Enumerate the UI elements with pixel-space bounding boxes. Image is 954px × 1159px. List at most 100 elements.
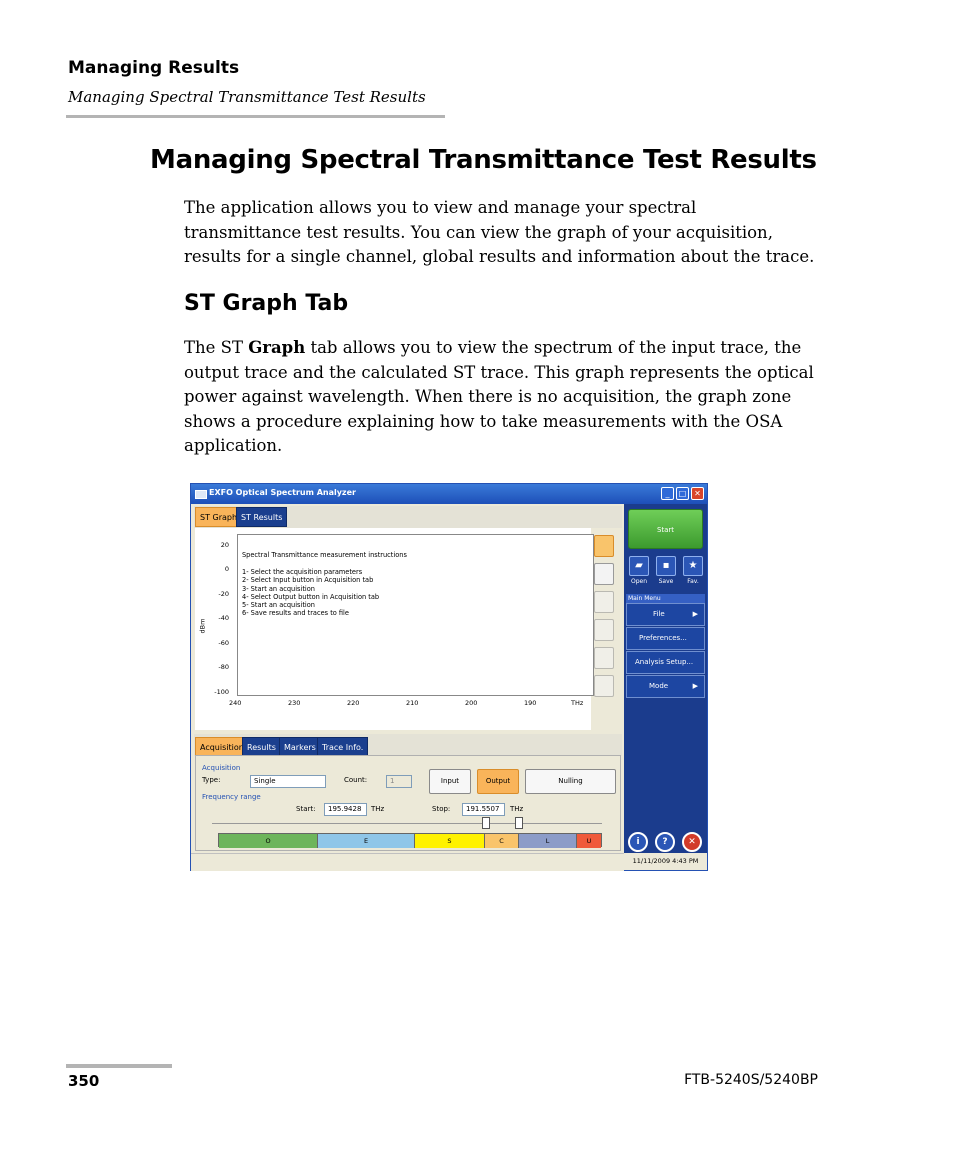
about-info-icon[interactable]: i [628,832,648,852]
body-line: output trace and the calculated ST trace… [184,362,814,382]
band-bar: O E S C L U [218,833,602,848]
window-title: EXFO Optical Spectrum Analyzer [209,488,356,497]
start-button[interactable]: Start [628,509,703,549]
zoom-out-icon[interactable] [594,675,614,697]
menu-mode[interactable]: Mode ▶ [626,675,705,698]
y-axis-unit: dBm [198,618,207,634]
footer-rule [66,1064,172,1068]
save-label: Save [658,578,674,585]
section-heading: ST Graph Tab [184,291,349,316]
menu-file[interactable]: File ▶ [626,603,705,626]
x-axis-unit: THz [571,699,584,707]
tab-results[interactable]: Results [242,737,281,757]
zoom-fit-icon[interactable] [594,619,614,641]
minimize-icon[interactable]: _ [661,487,674,500]
zoom-in-icon[interactable] [594,647,614,669]
help-icon[interactable]: ? [655,832,675,852]
intro-line: results for a single channel, global res… [184,247,815,266]
count-label: Count: [344,776,368,784]
intro-paragraph: The application allows you to view and m… [184,196,834,270]
menu-preferences[interactable]: Preferences... [626,627,705,650]
tab-markers[interactable]: Markers [279,737,321,757]
nulling-button[interactable]: Nulling [525,769,616,794]
tab-st-results[interactable]: ST Results [236,507,288,527]
maximize-icon[interactable]: □ [676,487,689,500]
type-label: Type: [202,776,221,784]
start-freq-label: Start: [296,805,316,813]
instruction-item: 1- Select the acquisition parameters [242,568,363,576]
open-folder-icon[interactable]: ▰ [629,556,649,576]
zoom-area-icon[interactable] [594,591,614,613]
band-u: U [577,834,601,848]
count-field[interactable]: 1 [386,775,412,788]
band-c: C [485,834,519,848]
output-button[interactable]: Output [477,769,519,794]
instructions-title: Spectral Transmittance measurement instr… [242,551,407,559]
page-title: Managing Spectral Transmittance Test Res… [150,145,817,175]
body-text: tab allows you to view the spectrum of t… [305,338,802,357]
pointer-tool-icon[interactable] [594,535,614,557]
y-tick-label: -60 [218,639,229,647]
y-tick-label: -100 [214,688,229,696]
graph-panel: 20 0 -20 -40 -60 -80 -100 dBm Spectral T… [195,528,594,730]
open-label: Open [630,578,648,585]
intro-line: transmittance test results. You can view… [184,222,773,242]
x-tick-label: 240 [229,699,242,707]
y-tick-label: -40 [218,614,229,622]
stop-freq-label: Stop: [432,805,451,813]
body-line: power against wavelength. When there is … [184,387,792,406]
instructions-list: 1- Select the acquisition parameters 2- … [242,568,379,618]
tab-st-graph[interactable]: ST Graph [195,507,243,527]
tab-trace-info[interactable]: Trace Info. [317,737,369,757]
start-freq-value: 195.9428 [328,805,362,813]
start-freq-field[interactable]: 195.9428 [324,803,367,816]
status-bar [191,853,624,871]
range-start-handle[interactable] [482,817,490,829]
title-bar: EXFO Optical Spectrum Analyzer _ □ ✕ [191,484,707,504]
y-tick-label: -80 [218,663,229,671]
submenu-arrow-icon: ▶ [692,682,698,690]
band-o: O [219,834,318,848]
favorite-star-icon[interactable]: ★ [683,556,703,576]
close-icon[interactable]: ✕ [691,487,704,500]
intro-line: The application allows you to view and m… [184,198,697,217]
body-line: application. [184,436,283,455]
band-l: L [519,834,577,848]
instruction-item: 2- Select Input button in Acquisition ta… [242,576,374,585]
x-tick-label: 230 [288,699,301,707]
band-e: E [318,834,415,848]
type-value: Single [254,777,276,785]
stop-freq-value: 191.5507 [466,805,500,813]
menu-mode-label: Mode [649,682,669,690]
x-tick-label: 220 [347,699,360,707]
stop-freq-field[interactable]: 191.5507 [462,803,505,816]
type-select[interactable]: Single [250,775,326,788]
plot-area[interactable]: Spectral Transmittance measurement instr… [237,534,594,696]
instruction-item: 5- Start an acquisition [242,601,315,610]
running-header-subsection: Managing Spectral Transmittance Test Res… [68,88,426,106]
running-header-section: Managing Results [68,58,240,78]
frequency-range-label: Frequency range [202,793,261,801]
instruction-item: 6- Save results and traces to file [242,609,349,618]
pan-hand-icon[interactable] [594,563,614,585]
stop-freq-unit: THz [510,805,524,813]
save-disk-icon[interactable]: ▪ [656,556,676,576]
instruction-item: 4- Select Output button in Acquisition t… [242,592,380,601]
body-text: The ST [184,338,249,357]
range-stop-handle[interactable] [515,817,523,829]
menu-analysis-setup[interactable]: Analysis Setup... [626,651,705,674]
band-s: S [415,834,485,848]
input-button[interactable]: Input [429,769,471,794]
range-slider-track[interactable] [212,823,602,824]
acquisition-panel: Acquisition Type: Single Count: 1 Input … [195,755,621,851]
exit-icon[interactable]: ✕ [682,832,702,852]
y-tick-label: -20 [218,590,229,598]
tab-acquisition[interactable]: Acquisition [195,737,249,757]
body-paragraph: The ST Graph tab allows you to view the … [184,336,834,459]
body-bold-text: Graph [248,338,306,357]
y-tick-label: 0 [224,565,229,573]
main-menu-header: Main Menu [626,594,705,603]
body-line: shows a procedure explaining how to take… [184,411,783,431]
start-freq-unit: THz [371,805,385,813]
submenu-arrow-icon: ▶ [692,610,698,618]
